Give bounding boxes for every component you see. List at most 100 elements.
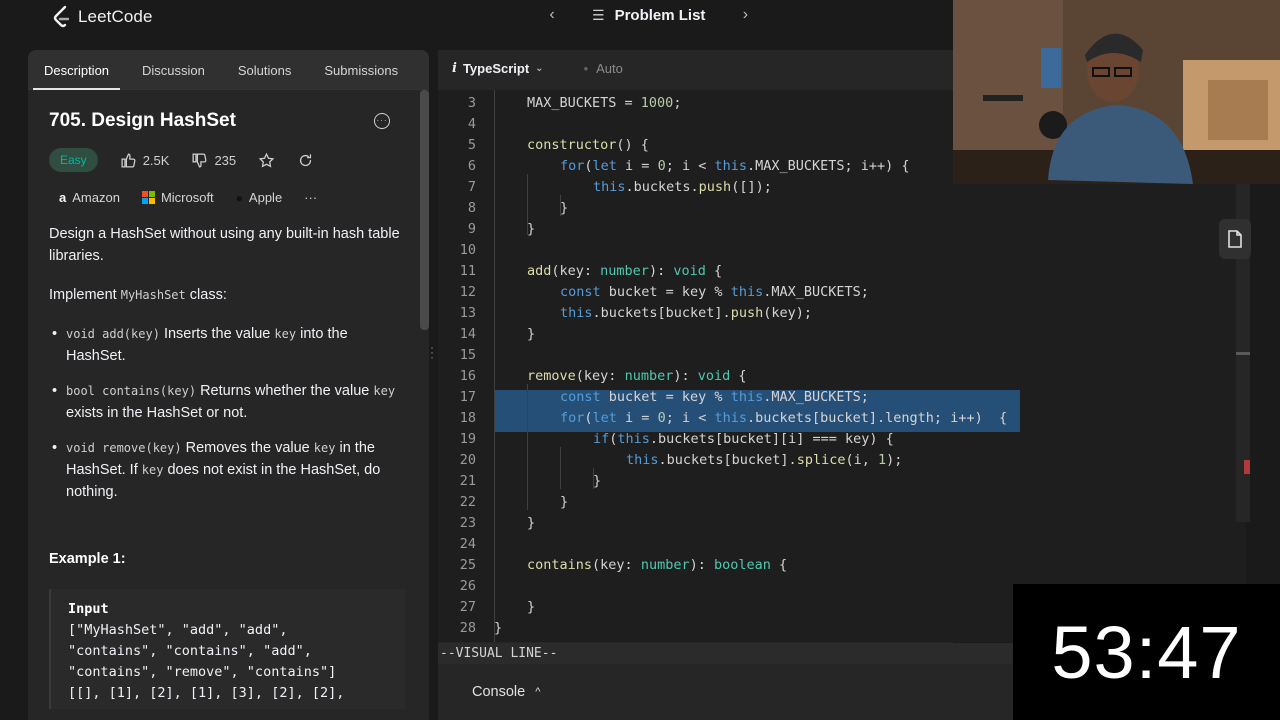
example-line: ["MyHashSet", "add", "add", (68, 622, 288, 638)
info-icon: i (452, 60, 457, 76)
code-text: const bucket = key % this.MAX_BUCKETS; (560, 389, 869, 405)
problem-meta: Easy 2.5K 235 (49, 148, 408, 172)
line-number: 9 (467, 221, 476, 237)
line-number: 20 (459, 452, 476, 468)
line-number: 23 (459, 515, 476, 531)
code-line[interactable]: 18 for(let i = 0; i < this.buckets[bucket… (438, 408, 1246, 429)
code-line[interactable]: 12 const bucket = key % this.MAX_BUCKETS; (438, 282, 1246, 303)
tab-submissions[interactable]: Submissions (313, 50, 409, 90)
company-tag-microsoft[interactable]: Microsoft (141, 190, 214, 205)
inline-code: void remove(key) (66, 441, 182, 455)
example-heading: Example 1: (49, 551, 126, 567)
text: Removes the value (181, 440, 314, 456)
tab-solutions[interactable]: Solutions (227, 50, 302, 90)
dislike-button[interactable]: 235 (191, 152, 236, 169)
code-line[interactable]: 13 this.buckets[bucket].push(key); (438, 303, 1246, 324)
next-problem-icon[interactable]: › (733, 6, 757, 24)
chevron-up-icon[interactable]: ^ (535, 686, 540, 698)
document-icon (1228, 230, 1242, 248)
amazon-icon: a (59, 190, 67, 205)
code-text: remove(key: number): void { (527, 368, 747, 384)
line-number: 15 (459, 347, 476, 363)
code-text: contains(key: number): boolean { (527, 557, 788, 573)
line-number: 16 (459, 368, 476, 384)
code-text: for(let i = 0; i < this.MAX_BUCKETS; i++… (560, 158, 910, 174)
apple-icon: ● (235, 190, 243, 205)
problem-title: 705. Design HashSet (49, 110, 236, 131)
code-text: } (560, 494, 569, 510)
more-companies-icon[interactable]: ··· (304, 190, 317, 205)
tab-discussion[interactable]: Discussion (131, 50, 216, 90)
star-icon (258, 152, 275, 168)
code-line[interactable]: 10 (438, 240, 1246, 261)
code-line[interactable]: 23} (438, 513, 1246, 534)
thumbs-down-icon (192, 152, 207, 168)
example-block: Input ["MyHashSet", "add", "add", "conta… (49, 589, 405, 709)
line-number: 18 (459, 410, 476, 426)
console-bar: Console ^ (438, 664, 1013, 720)
list-item: void remove(key) Removes the value key i… (49, 437, 408, 503)
code-text: constructor() { (527, 137, 649, 153)
problem-nav: ‹ ☰ Problem List › (540, 6, 757, 24)
line-number: 24 (459, 536, 476, 552)
company-tag-apple[interactable]: ● Apple (236, 190, 283, 205)
auto-mode-label[interactable]: Auto (584, 61, 623, 76)
share-icon (300, 153, 312, 166)
console-button[interactable]: Console (472, 684, 525, 700)
more-options-icon[interactable]: ··· (374, 113, 390, 129)
code-line[interactable]: 17 const bucket = key % this.MAX_BUCKETS; (438, 387, 1246, 408)
description-panel: Description Discussion Solutions Submiss… (28, 50, 429, 720)
tab-description[interactable]: Description (33, 50, 121, 90)
line-number: 10 (459, 242, 476, 258)
list-icon: ☰ (592, 6, 605, 23)
language-select[interactable]: i TypeScript ⌄ (452, 61, 544, 76)
like-button[interactable]: 2.5K (120, 152, 169, 169)
code-line[interactable]: 16 remove(key: number): void { (438, 366, 1246, 387)
dislike-count: 235 (214, 152, 237, 168)
top-bar: LeetCode ‹ ☰ Problem List › (28, 0, 953, 36)
code-line[interactable]: 22} (438, 492, 1246, 513)
line-number: 7 (467, 179, 476, 195)
error-marker (1244, 460, 1250, 474)
code-line[interactable]: 25 contains(key: number): boolean { (438, 555, 1246, 576)
code-text: MAX_BUCKETS = 1000; (527, 95, 682, 111)
code-line[interactable]: 21} (438, 471, 1246, 492)
code-text: } (527, 221, 536, 237)
code-text: } (560, 200, 569, 216)
line-number: 12 (459, 284, 476, 300)
code-line[interactable]: 24 (438, 534, 1246, 555)
scroll-thumb[interactable] (420, 90, 429, 330)
scroll-position-marker (1236, 352, 1250, 355)
inline-code: key (313, 441, 336, 455)
stream-timer: 53:47 (1013, 584, 1280, 720)
line-number: 17 (459, 389, 476, 405)
code-line[interactable]: 20 this.buckets[bucket].splice(i, 1); (438, 450, 1246, 471)
problem-list-button[interactable]: ☰ Problem List (592, 7, 705, 24)
code-line[interactable]: 11 add(key: number): void { (438, 261, 1246, 282)
share-button[interactable] (297, 152, 314, 169)
inline-code: void add(key) (66, 327, 160, 341)
code-line[interactable]: 19 if(this.buckets[bucket][i] === key) { (438, 429, 1246, 450)
code-line[interactable]: 8} (438, 198, 1246, 219)
code-text: } (494, 620, 503, 636)
inline-code: key (141, 463, 164, 477)
favorite-button[interactable] (258, 152, 275, 169)
code-text: for(let i = 0; i < this.buckets[bucket].… (560, 410, 1008, 426)
language-label: TypeScript (462, 60, 530, 76)
example-line: "contains", "contains", "add", (68, 643, 312, 659)
code-line[interactable]: 9} (438, 219, 1246, 240)
company-tag-amazon[interactable]: a Amazon (59, 190, 120, 205)
line-number: 13 (459, 305, 476, 321)
description-scrollbar[interactable] (417, 90, 429, 720)
prev-problem-icon[interactable]: ‹ (540, 6, 564, 24)
line-number: 14 (459, 326, 476, 342)
company-name: Apple (248, 190, 283, 205)
code-line[interactable]: 15 (438, 345, 1246, 366)
page: LeetCode ‹ ☰ Problem List › Description … (0, 0, 1280, 720)
notes-button[interactable] (1219, 219, 1251, 259)
code-line[interactable]: 14} (438, 324, 1246, 345)
panel-tabs: Description Discussion Solutions Submiss… (28, 50, 429, 90)
thumbs-up-icon (121, 152, 136, 168)
panel-resize-handle[interactable]: · · · (430, 341, 434, 363)
leetcode-logo[interactable]: LeetCode (52, 5, 153, 29)
